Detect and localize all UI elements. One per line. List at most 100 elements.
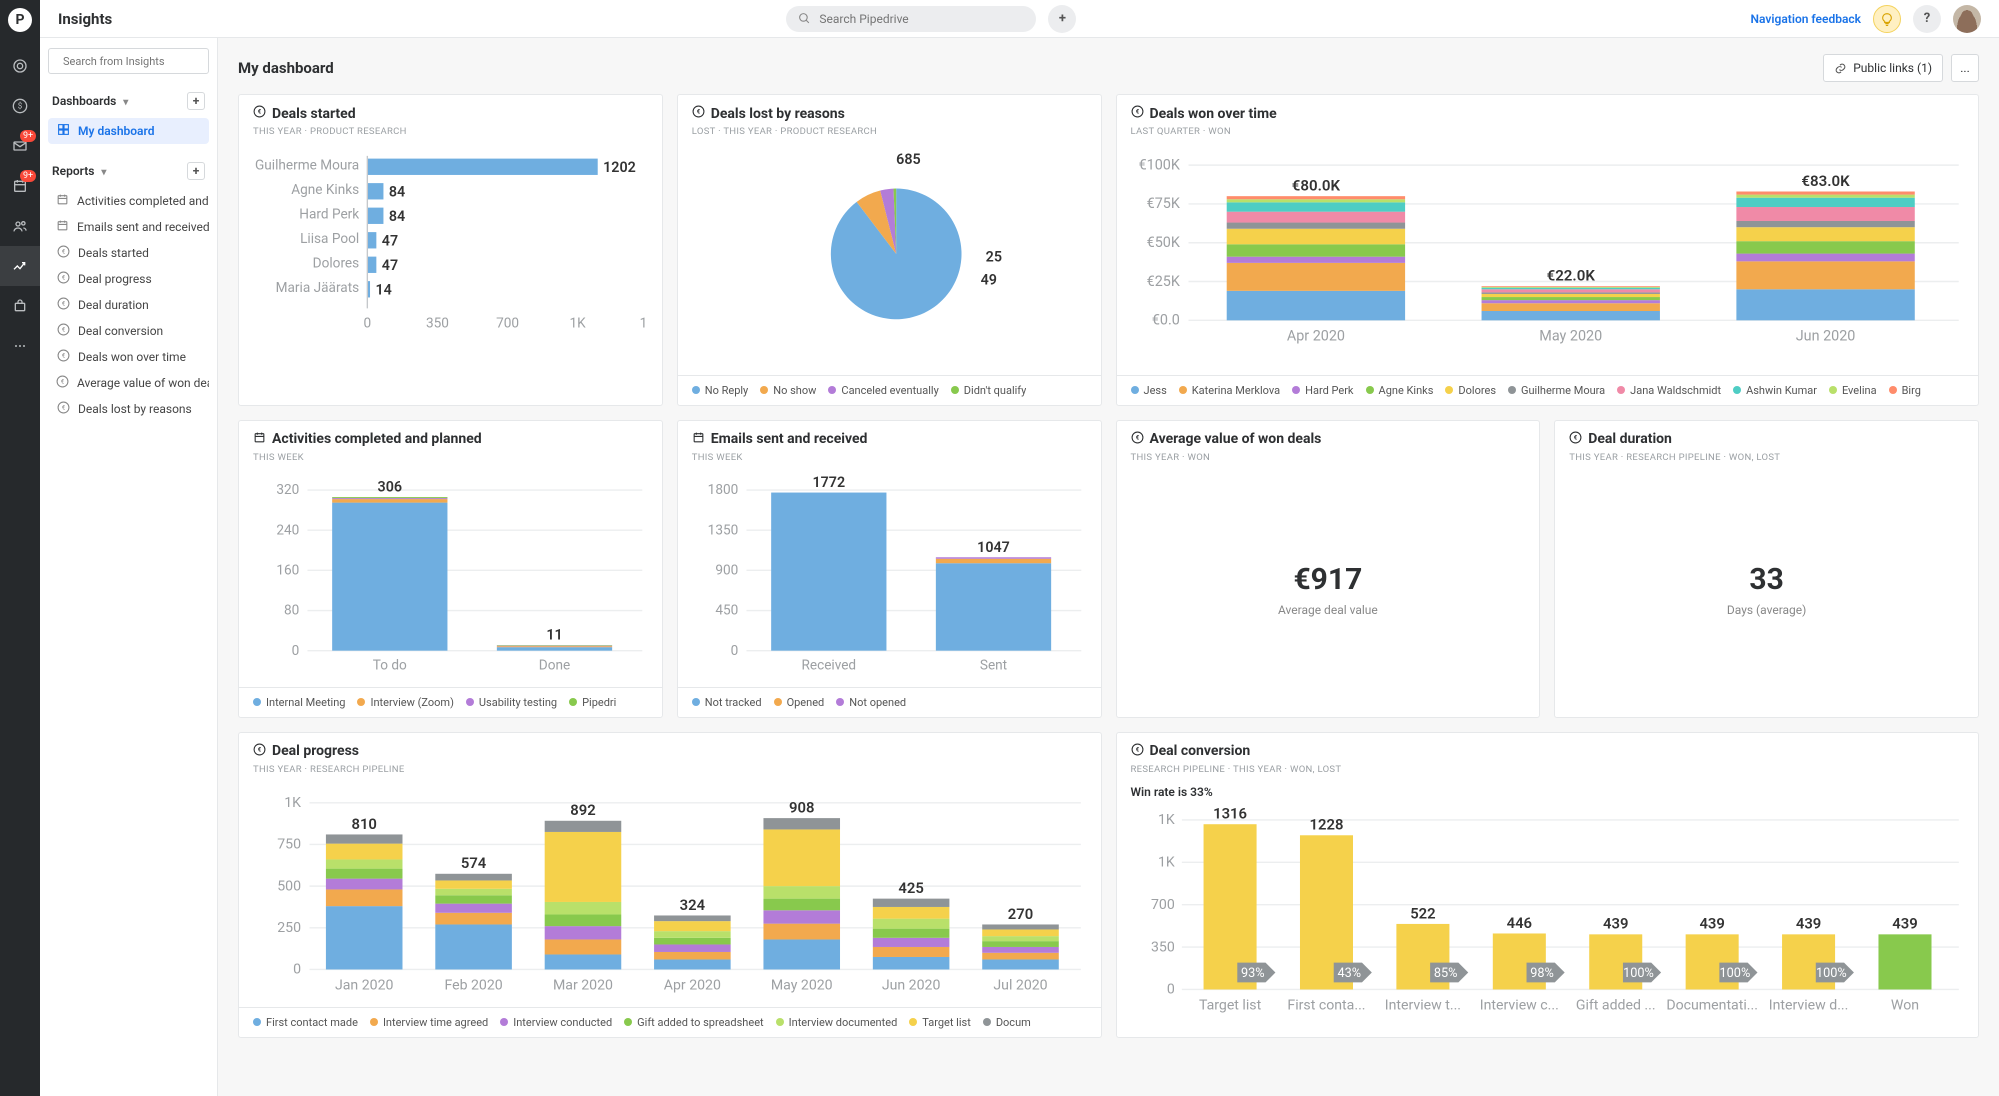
sidebar-dashboard-0[interactable]: My dashboard xyxy=(48,118,209,144)
sidebar-search[interactable] xyxy=(48,48,209,74)
legend-item: First contact made xyxy=(253,1016,358,1029)
svg-text:1228: 1228 xyxy=(1309,816,1343,834)
sidebar-report-7[interactable]: €Average value of won deals xyxy=(48,370,209,396)
svg-text:€: € xyxy=(258,747,262,754)
report-icon: € xyxy=(56,349,70,365)
card-meta: RESEARCH PIPELINE · THIS YEAR · WON, LOS… xyxy=(1131,764,1965,775)
sidebar-report-6[interactable]: €Deals won over time xyxy=(48,344,209,370)
svg-text:80: 80 xyxy=(284,602,299,618)
svg-text:522: 522 xyxy=(1410,904,1435,922)
svg-text:810: 810 xyxy=(351,815,376,833)
nav-leads[interactable] xyxy=(0,46,40,86)
svg-text:100%: 100% xyxy=(1815,966,1846,981)
card-title: Deal progress xyxy=(272,743,359,759)
euro-icon: € xyxy=(253,743,266,760)
avg-value-sub: Average deal value xyxy=(1131,603,1526,617)
legend-item: Interview time agreed xyxy=(370,1016,488,1029)
sidebar-search-input[interactable] xyxy=(63,55,203,68)
nav-deals[interactable]: $ xyxy=(0,86,40,126)
svg-text:1K: 1K xyxy=(1157,855,1174,871)
user-avatar[interactable] xyxy=(1953,5,1981,33)
link-icon xyxy=(1834,62,1847,75)
svg-text:160: 160 xyxy=(276,562,299,578)
svg-text:750: 750 xyxy=(277,837,301,853)
legend-item: Docum xyxy=(983,1016,1031,1029)
sidebar-item-label: Deals started xyxy=(78,246,149,260)
svg-text:0: 0 xyxy=(730,643,738,659)
nav-activities[interactable]: 9+ xyxy=(0,166,40,206)
legend-item: Interview conducted xyxy=(500,1016,612,1029)
nav-mail[interactable]: 9+ xyxy=(0,126,40,166)
nav-products[interactable] xyxy=(0,286,40,326)
sidebar-report-0[interactable]: Activities completed and ... xyxy=(48,188,209,214)
svg-text:250: 250 xyxy=(277,920,301,936)
sidebar-report-3[interactable]: €Deal progress xyxy=(48,266,209,292)
feedback-link[interactable]: Navigation feedback xyxy=(1751,12,1861,26)
card-meta: LAST QUARTER · WON xyxy=(1131,126,1965,137)
svg-text:First conta...: First conta... xyxy=(1287,997,1365,1013)
sidebar-report-5[interactable]: €Deal conversion xyxy=(48,318,209,344)
sidebar-report-1[interactable]: Emails sent and received xyxy=(48,214,209,240)
svg-text:1772: 1772 xyxy=(812,475,845,491)
nav-more[interactable] xyxy=(0,326,40,366)
search-icon xyxy=(798,12,811,25)
sidebar-report-4[interactable]: €Deal duration xyxy=(48,292,209,318)
brand-logo[interactable]: P xyxy=(8,8,32,32)
svg-text:240: 240 xyxy=(276,522,299,538)
svg-text:1K: 1K xyxy=(1157,812,1174,828)
nav-contacts[interactable] xyxy=(0,206,40,246)
svg-text:900: 900 xyxy=(715,562,738,578)
help-button[interactable]: ? xyxy=(1913,5,1941,33)
svg-text:700: 700 xyxy=(496,315,519,331)
card-meta: THIS YEAR · PRODUCT RESEARCH xyxy=(253,126,648,137)
chevron-down-icon: ▾ xyxy=(101,167,106,178)
svg-text:0: 0 xyxy=(364,315,372,331)
sidebar-report-8[interactable]: €Deals lost by reasons xyxy=(48,396,209,422)
svg-text:0: 0 xyxy=(292,643,300,659)
svg-text:Jul 2020: Jul 2020 xyxy=(993,977,1047,993)
public-links-button[interactable]: Public links (1) xyxy=(1823,54,1943,82)
svg-text:€: € xyxy=(697,109,701,116)
canvas: My dashboard Public links (1) ... €Deals… xyxy=(218,38,1999,1096)
card-activities: Activities completed and planned THIS WE… xyxy=(238,420,663,718)
svg-text:€: € xyxy=(61,249,65,256)
svg-text:€100K: €100K xyxy=(1138,156,1180,173)
svg-text:Maria Jäärats: Maria Jäärats xyxy=(276,280,360,296)
legend-item: Interview (Zoom) xyxy=(357,696,453,709)
svg-text:Sent: Sent xyxy=(980,658,1007,674)
calendar-icon xyxy=(692,431,705,448)
legend-item: Not opened xyxy=(836,696,906,709)
global-search-input[interactable] xyxy=(819,12,1024,26)
add-dashboard-button[interactable]: + xyxy=(187,92,205,110)
svg-text:Received: Received xyxy=(801,658,856,674)
svg-text:892: 892 xyxy=(570,801,595,819)
card-title: Deals lost by reasons xyxy=(711,106,845,122)
svg-text:84: 84 xyxy=(389,209,405,225)
legend-item: Pipedri xyxy=(569,696,616,709)
svg-text:Interview c...: Interview c... xyxy=(1479,997,1558,1013)
add-report-button[interactable]: + xyxy=(187,162,205,180)
svg-text:Interview d...: Interview d... xyxy=(1768,997,1848,1013)
svg-text:€: € xyxy=(61,327,65,334)
badge-activities: 9+ xyxy=(20,170,36,182)
svg-text:1202: 1202 xyxy=(603,160,636,176)
legend-item: Agne Kinks xyxy=(1366,384,1434,397)
section-reports[interactable]: Reports ▾ + xyxy=(48,158,209,184)
svg-text:Gift added ...: Gift added ... xyxy=(1575,997,1655,1013)
win-rate-text: Win rate is 33% xyxy=(1117,779,1979,799)
more-button[interactable]: ... xyxy=(1951,54,1979,82)
section-dashboards[interactable]: Dashboards ▾ + xyxy=(48,88,209,114)
global-search[interactable] xyxy=(786,6,1036,32)
svg-text:446: 446 xyxy=(1506,914,1531,932)
svg-text:450: 450 xyxy=(715,602,738,618)
tips-button[interactable] xyxy=(1873,5,1901,33)
svg-text:47: 47 xyxy=(382,258,398,274)
svg-text:€: € xyxy=(1135,109,1139,116)
nav-insights[interactable] xyxy=(0,246,40,286)
quick-add-button[interactable]: + xyxy=(1048,5,1076,33)
sidebar-report-2[interactable]: € Deals started xyxy=(48,240,209,266)
svg-text:Agne Kinks: Agne Kinks xyxy=(291,182,359,198)
svg-text:1K: 1K xyxy=(570,315,587,331)
card-progress: €Deal progress THIS YEAR · RESEARCH PIPE… xyxy=(238,732,1102,1038)
svg-text:84: 84 xyxy=(389,185,405,201)
